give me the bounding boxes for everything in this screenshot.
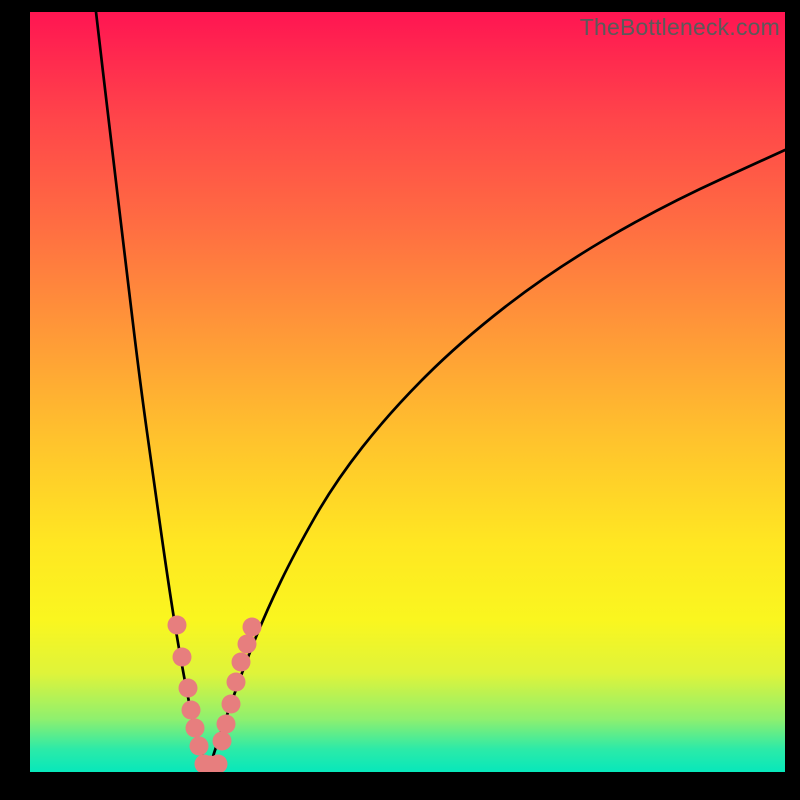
marker-right-markers-6 — [243, 618, 262, 637]
marker-left-markers-4 — [186, 719, 205, 738]
marker-right-markers-0 — [213, 732, 232, 751]
marker-right-markers-2 — [222, 695, 241, 714]
marker-left-markers-1 — [173, 648, 192, 667]
marker-right-markers-5 — [238, 635, 257, 654]
chart-curves — [96, 12, 785, 772]
curve-right-branch — [208, 150, 785, 772]
marker-left-markers-5 — [190, 737, 209, 756]
marker-right-markers-4 — [232, 653, 251, 672]
marker-left-markers-2 — [179, 679, 198, 698]
marker-right-markers-1 — [217, 715, 236, 734]
marker-right-markers-3 — [227, 673, 246, 692]
chart-svg-layer — [30, 12, 785, 772]
marker-left-markers-0 — [168, 616, 187, 635]
marker-left-markers-3 — [182, 701, 201, 720]
